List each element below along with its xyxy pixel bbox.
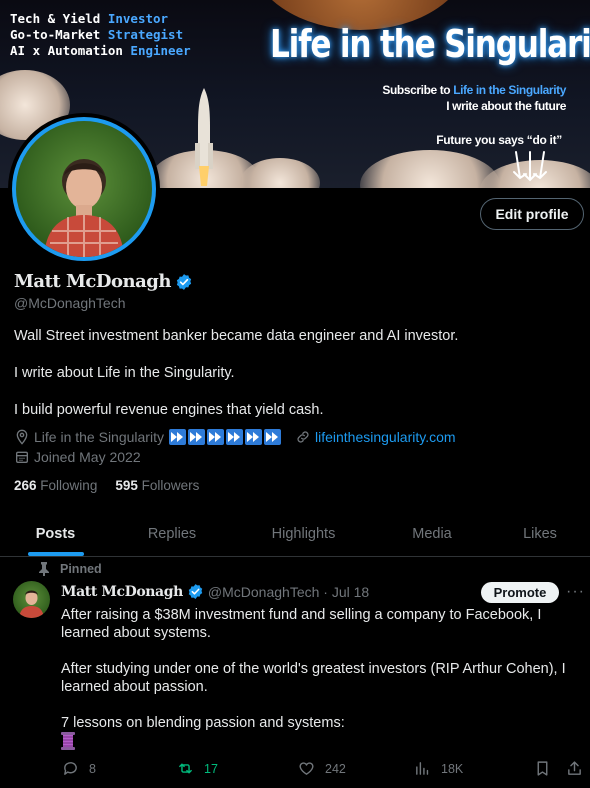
fast-forward-icon xyxy=(187,429,205,445)
profile-location: Life in the Singularity xyxy=(34,429,164,445)
avatar-photo xyxy=(19,590,44,618)
pinned-indicator: Pinned xyxy=(38,562,102,576)
profile-handle: @McDonaghTech xyxy=(14,295,126,311)
post-handle-date[interactable]: @McDonaghTech · Jul 18 xyxy=(208,584,369,600)
post-paragraph: 7 lessons on blending passion and system… xyxy=(61,715,345,731)
like-count: 242 xyxy=(325,761,346,776)
share-button[interactable] xyxy=(566,760,583,777)
profile-joined-date: Joined May 2022 xyxy=(34,449,141,465)
banner-future-text: Future you says “do it” xyxy=(436,133,562,147)
following-link[interactable]: 266 Following xyxy=(14,478,97,493)
fast-forward-icon xyxy=(244,429,262,445)
tab-posts[interactable]: Posts xyxy=(0,512,111,556)
profile-avatar[interactable] xyxy=(8,113,160,265)
banner-tagline: Tech & Yield Investor Go-to-Market Strat… xyxy=(10,11,191,58)
edit-profile-button[interactable]: Edit profile xyxy=(480,198,584,230)
tab-likes[interactable]: Likes xyxy=(490,512,590,556)
post-paragraph: After studying under one of the world's … xyxy=(61,661,566,695)
post-actions: 8 17 242 18K xyxy=(0,760,590,782)
bookmark-button[interactable] xyxy=(534,760,551,777)
fast-forward-emojis xyxy=(168,429,281,445)
cloud-graphic xyxy=(240,158,320,188)
profile-bio: Wall Street investment banker became dat… xyxy=(14,328,458,439)
post-header: Matt McDonagh @McDonaghTech · Jul 18 xyxy=(61,583,369,600)
profile-name: Matt McDonagh xyxy=(14,271,171,292)
followers-link[interactable]: 595 Followers xyxy=(115,478,199,493)
banner-title: Life in the Singularity xyxy=(270,22,590,66)
link-icon xyxy=(297,431,309,443)
tab-media[interactable]: Media xyxy=(374,512,490,556)
verified-badge-icon[interactable] xyxy=(175,273,193,291)
post-paragraph: After raising a $38M investment fund and… xyxy=(61,607,542,641)
repost-icon xyxy=(179,763,192,774)
views-count: 18K xyxy=(441,761,464,776)
promote-button[interactable]: Promote xyxy=(481,582,559,603)
tab-replies[interactable]: Replies xyxy=(111,512,233,556)
reply-icon xyxy=(64,762,77,775)
rocket-graphic xyxy=(195,88,213,186)
banner-subscribe-text: Subscribe to Life in the Singularity I w… xyxy=(382,83,566,113)
down-arrows-icon xyxy=(513,151,547,182)
profile-meta-row: Life in the Singularity lifeinthesingula… xyxy=(14,429,456,445)
reply-button[interactable]: 8 xyxy=(62,760,96,777)
cloud-graphic xyxy=(360,150,500,188)
views-button[interactable]: 18K xyxy=(414,760,463,777)
bio-line: I build powerful revenue engines that yi… xyxy=(14,402,324,418)
avatar-photo xyxy=(44,159,124,257)
profile-website-link[interactable]: lifeinthesingularity.com xyxy=(315,429,456,445)
more-options-icon[interactable]: ··· xyxy=(566,583,585,601)
tab-highlights[interactable]: Highlights xyxy=(233,512,374,556)
share-icon xyxy=(568,761,581,775)
like-button[interactable]: 242 xyxy=(298,760,346,777)
verified-badge-icon[interactable] xyxy=(187,583,204,600)
profile-tabs: Posts Replies Highlights Media Likes xyxy=(0,512,590,557)
location-pin-icon xyxy=(16,429,28,445)
heart-icon xyxy=(299,762,314,775)
profile-joined-row: Joined May 2022 xyxy=(14,449,141,465)
views-chart-icon xyxy=(416,762,429,775)
post-author-name[interactable]: Matt McDonagh xyxy=(61,584,183,600)
fast-forward-icon xyxy=(206,429,224,445)
bookmark-icon xyxy=(537,761,548,776)
fast-forward-icon xyxy=(263,429,281,445)
fast-forward-icon xyxy=(168,429,186,445)
calendar-icon xyxy=(16,451,28,463)
thread-spool-icon xyxy=(61,732,75,750)
bio-line: I write about Life in the Singularity. xyxy=(14,365,235,381)
profile-name-row: Matt McDonagh xyxy=(14,271,193,292)
fast-forward-icon xyxy=(225,429,243,445)
repost-button[interactable]: 17 xyxy=(177,760,218,777)
follow-stats: 266 Following 595 Followers xyxy=(14,478,199,493)
post-author-avatar[interactable] xyxy=(13,581,50,618)
pin-icon xyxy=(39,562,49,576)
bio-line: Wall Street investment banker became dat… xyxy=(14,328,459,344)
post-text[interactable]: After raising a $38M investment fund and… xyxy=(61,606,581,750)
active-tab-indicator xyxy=(27,552,84,556)
repost-count: 17 xyxy=(204,761,218,776)
reply-count: 8 xyxy=(89,761,96,776)
